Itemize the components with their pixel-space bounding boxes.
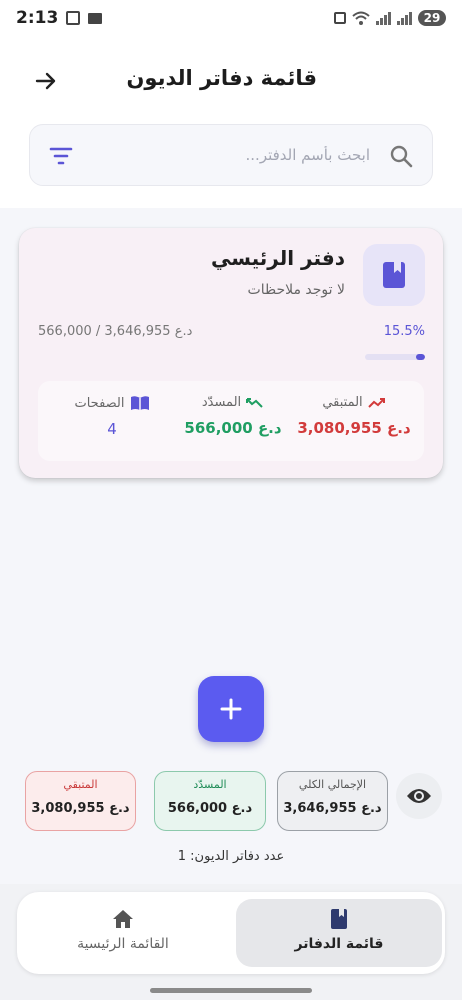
notebook-card[interactable]: دفتر الرئيسي لا توجد ملاحظات 566,000 / 3… [19, 228, 443, 478]
signal-icon-2 [397, 11, 412, 25]
home-icon [113, 910, 133, 928]
notebook-notes: لا توجد ملاحظات [247, 282, 345, 298]
stat-paid-value: 566,000 د.ع [184, 419, 282, 437]
alarm-icon [334, 12, 346, 24]
wifi-icon [352, 11, 370, 25]
progress-percent: 15.5% [383, 324, 425, 339]
nav-notebooks-label: قائمة الدفاتر [294, 936, 384, 952]
stat-paid-label-row: المسدّد [173, 395, 293, 410]
stat-remaining-label: المتبقي [322, 395, 363, 410]
summary-total-label: الإجمالي الكلي [298, 778, 367, 791]
stat-paid: المسدّد 566,000 د.ع [173, 395, 293, 437]
book-icon [331, 909, 347, 929]
search-box [29, 124, 433, 186]
summary-total-value: 3,646,955 د.ع [283, 801, 382, 816]
screenshot-icon [66, 11, 81, 25]
arrow-right-icon [35, 72, 56, 90]
stat-paid-label: المسدّد [201, 395, 242, 410]
page-title: قائمة دفاتر الديون [126, 66, 317, 90]
stat-pages-label-row: الصفحات [52, 395, 172, 411]
nav-home[interactable]: القائمة الرئيسية [20, 899, 226, 967]
open-book-icon [130, 396, 149, 410]
filter-icon[interactable] [48, 145, 74, 167]
status-right: 29 [334, 10, 446, 26]
back-button[interactable] [28, 63, 64, 99]
summary-remaining-value: 3,080,955 د.ع [31, 801, 130, 816]
add-notebook-button[interactable] [198, 676, 264, 742]
notebook-title: دفتر الرئيسي [211, 246, 345, 270]
signal-icon [376, 11, 391, 25]
search-icon [390, 145, 413, 168]
summary-paid-chip: المسدّد 566,000 د.ع [154, 771, 266, 831]
book-icon [383, 262, 405, 288]
trend-down-icon [367, 397, 385, 408]
summary-paid-value: 566,000 د.ع [167, 801, 253, 816]
nav-home-label: القائمة الرئيسية [77, 936, 169, 952]
summary-total-chip: الإجمالي الكلي 3,646,955 د.ع [277, 771, 388, 831]
summary-paid-label: المسدّد [193, 778, 227, 791]
stat-remaining-value: 3,080,955 د.ع [297, 419, 411, 437]
summary-remaining-chip: المتبقي 3,080,955 د.ع [25, 771, 136, 831]
home-indicator [150, 988, 312, 993]
plus-icon [220, 698, 242, 720]
mail-icon [88, 12, 103, 24]
stat-remaining: المتبقي 3,080,955 د.ع [294, 395, 414, 437]
battery-indicator: 29 [418, 10, 446, 26]
status-bar: 2:13 29 [0, 0, 462, 36]
header: قائمة دفاتر الديون [0, 36, 462, 208]
status-left: 2:13 [16, 8, 103, 28]
stat-pages-label: الصفحات [74, 395, 125, 411]
nav-notebooks[interactable]: قائمة الدفاتر [236, 899, 442, 967]
eye-icon [407, 789, 431, 803]
progress-amount: 566,000 / 3,646,955 د.ع [38, 324, 193, 339]
search-input[interactable] [110, 139, 370, 171]
notebook-icon-box [363, 244, 425, 306]
toggle-visibility-button[interactable] [396, 773, 442, 819]
notebook-count: عدد دفاتر الديون: 1 [177, 849, 285, 864]
stat-pages: الصفحات 4 [52, 395, 172, 438]
progress-bar-fill [415, 354, 425, 360]
stat-pages-value: 4 [107, 420, 117, 438]
bottom-nav: قائمة الدفاتر القائمة الرئيسية [17, 892, 445, 974]
trend-up-icon [246, 397, 263, 408]
status-time: 2:13 [16, 8, 59, 28]
stats-box: المتبقي 3,080,955 د.ع المسدّد 566,000 د.… [38, 381, 424, 461]
progress-bar [365, 354, 425, 360]
stat-remaining-label-row: المتبقي [294, 395, 414, 410]
summary-remaining-label: المتبقي [63, 778, 98, 791]
